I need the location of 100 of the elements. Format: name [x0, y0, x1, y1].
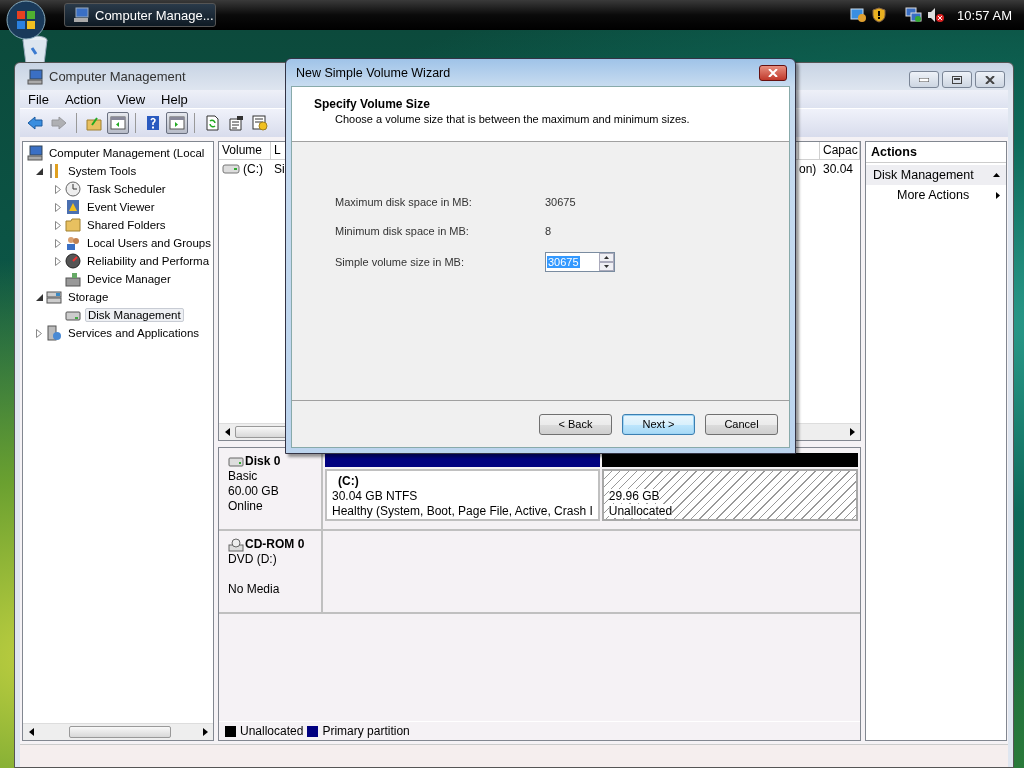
column-header[interactable]: Volume: [219, 142, 271, 159]
tree-item[interactable]: Disk Management: [85, 308, 184, 322]
drive-icon: [228, 455, 244, 468]
computer-icon: [27, 68, 43, 85]
partition-status: Healthy (System, Boot, Page File, Active, Crash I: [332, 504, 593, 518]
left-arrow-icon: [224, 428, 230, 436]
tree-item[interactable]: Device Manager: [85, 272, 173, 286]
expanded-arrow-icon[interactable]: [35, 167, 43, 175]
collapsed-arrow-icon[interactable]: [55, 256, 61, 266]
computer-icon: [27, 145, 43, 161]
muted-speaker-icon[interactable]: [927, 7, 946, 23]
scroll-thumb[interactable]: [69, 726, 171, 738]
wizard-heading: Specify Volume Size: [314, 97, 431, 111]
disk-status: No Media: [228, 582, 281, 597]
action-pane-icon: [169, 115, 185, 131]
storage-icon: [46, 289, 62, 305]
action-pane-button[interactable]: [166, 112, 188, 134]
settings-icon: [252, 115, 268, 131]
partition[interactable]: (C:) 30.04 GB NTFS Healthy (System, Boot, Page File, Active, Crash I: [325, 469, 600, 521]
minimize-button[interactable]: [909, 71, 939, 88]
table-cell: (C:): [219, 160, 271, 178]
computer-icon: [73, 7, 89, 23]
dialog-title: New Simple Volume Wizard: [296, 65, 451, 80]
collapsed-arrow-icon[interactable]: [55, 220, 61, 230]
close-button[interactable]: [975, 71, 1005, 88]
network-icon[interactable]: [905, 7, 924, 23]
properties-icon: [228, 115, 244, 131]
disk-type: Basic: [228, 469, 259, 484]
tree-item[interactable]: Local Users and Groups: [85, 236, 213, 250]
action-section[interactable]: Disk Management: [866, 165, 1006, 185]
horizontal-scrollbar[interactable]: [23, 723, 213, 740]
maximize-icon: [952, 75, 962, 84]
tree-item[interactable]: Event Viewer: [85, 200, 157, 214]
legend-label: Primary partition: [322, 724, 410, 738]
close-icon: [768, 68, 778, 77]
disk-size: 60.00 GB: [228, 484, 280, 499]
partition-title: (C:): [337, 474, 360, 489]
menu-item[interactable]: Action: [56, 91, 110, 107]
menu-item[interactable]: Help: [153, 91, 196, 107]
dialog-button[interactable]: Cancel: [705, 413, 778, 435]
tree-item[interactable]: Computer Management (Local: [47, 146, 207, 160]
tree-item[interactable]: Shared Folders: [85, 218, 168, 232]
refresh-icon: [204, 115, 220, 131]
disk-status: Online: [228, 499, 264, 514]
legend-label: Unallocated: [240, 724, 304, 738]
pane-heading: Actions: [866, 142, 1006, 163]
close-icon: [985, 75, 995, 84]
forward-arrow-icon: [51, 115, 67, 131]
settings-button[interactable]: [249, 112, 271, 134]
action-item[interactable]: More Actions: [866, 185, 1006, 205]
field-value: 8: [545, 224, 553, 237]
minimize-icon: [919, 77, 929, 82]
maximize-button[interactable]: [942, 71, 972, 88]
menu-item[interactable]: File: [20, 91, 57, 107]
close-button[interactable]: [759, 64, 787, 81]
collapse-arrow-icon: [993, 173, 1000, 177]
down-arrow-icon[interactable]: [604, 265, 609, 268]
tree-item[interactable]: Storage: [66, 290, 111, 304]
tree-pane-icon: [110, 115, 126, 131]
help-icon: [145, 115, 161, 131]
tree-item[interactable]: Task Scheduler: [85, 182, 168, 196]
collapsed-arrow-icon[interactable]: [55, 238, 61, 248]
partition-size: 30.04 GB NTFS: [332, 489, 418, 503]
tree-item[interactable]: Reliability and Performa: [85, 254, 212, 268]
tree-item[interactable]: Services and Applications: [66, 326, 202, 340]
folder-icon: [65, 217, 81, 233]
column-header[interactable]: Capac: [820, 142, 860, 159]
window-title: Computer Management: [49, 69, 186, 84]
dialog-button[interactable]: Next >: [622, 413, 695, 435]
up-arrow-icon[interactable]: [604, 256, 609, 259]
right-arrow-icon: [202, 728, 208, 736]
partition-status: Unallocated: [608, 504, 673, 518]
dialog-button[interactable]: < Back: [539, 413, 612, 435]
device-icon: [65, 271, 81, 287]
gauge-icon: [65, 253, 81, 269]
partition[interactable]: 29.96 GB Unallocated: [601, 469, 858, 521]
taskbar-button[interactable]: Computer Manage...: [64, 3, 216, 27]
collapsed-arrow-icon[interactable]: [55, 202, 61, 212]
disk-name: CD-ROM 0: [228, 537, 312, 552]
wizard-subheading: Choose a volume size that is between the maximum and minimum sizes.: [334, 113, 691, 125]
shield-icon[interactable]: [871, 7, 888, 23]
users-icon: [65, 235, 81, 251]
table-cell-text: Si: [273, 161, 286, 178]
tree-pane-button[interactable]: [107, 112, 129, 134]
collapsed-arrow-icon[interactable]: [55, 184, 61, 194]
expanded-arrow-icon[interactable]: [35, 293, 43, 301]
table-cell-text: 30.04: [822, 161, 855, 178]
clock[interactable]: 10:57 AM: [957, 7, 1012, 23]
network-globe-icon[interactable]: [849, 7, 868, 23]
disk-name: Disk 0: [228, 454, 312, 469]
menu-item[interactable]: View: [109, 91, 154, 107]
left-arrow-icon: [28, 728, 34, 736]
clock-icon: [65, 181, 81, 197]
tree-item[interactable]: System Tools: [66, 164, 139, 178]
drive-icon: [222, 164, 240, 174]
disk-type: DVD (D:): [228, 552, 278, 567]
right-arrow-icon: [849, 428, 855, 436]
collapsed-arrow-icon[interactable]: [36, 328, 42, 338]
services-icon: [46, 325, 62, 341]
log-icon: [65, 199, 81, 215]
